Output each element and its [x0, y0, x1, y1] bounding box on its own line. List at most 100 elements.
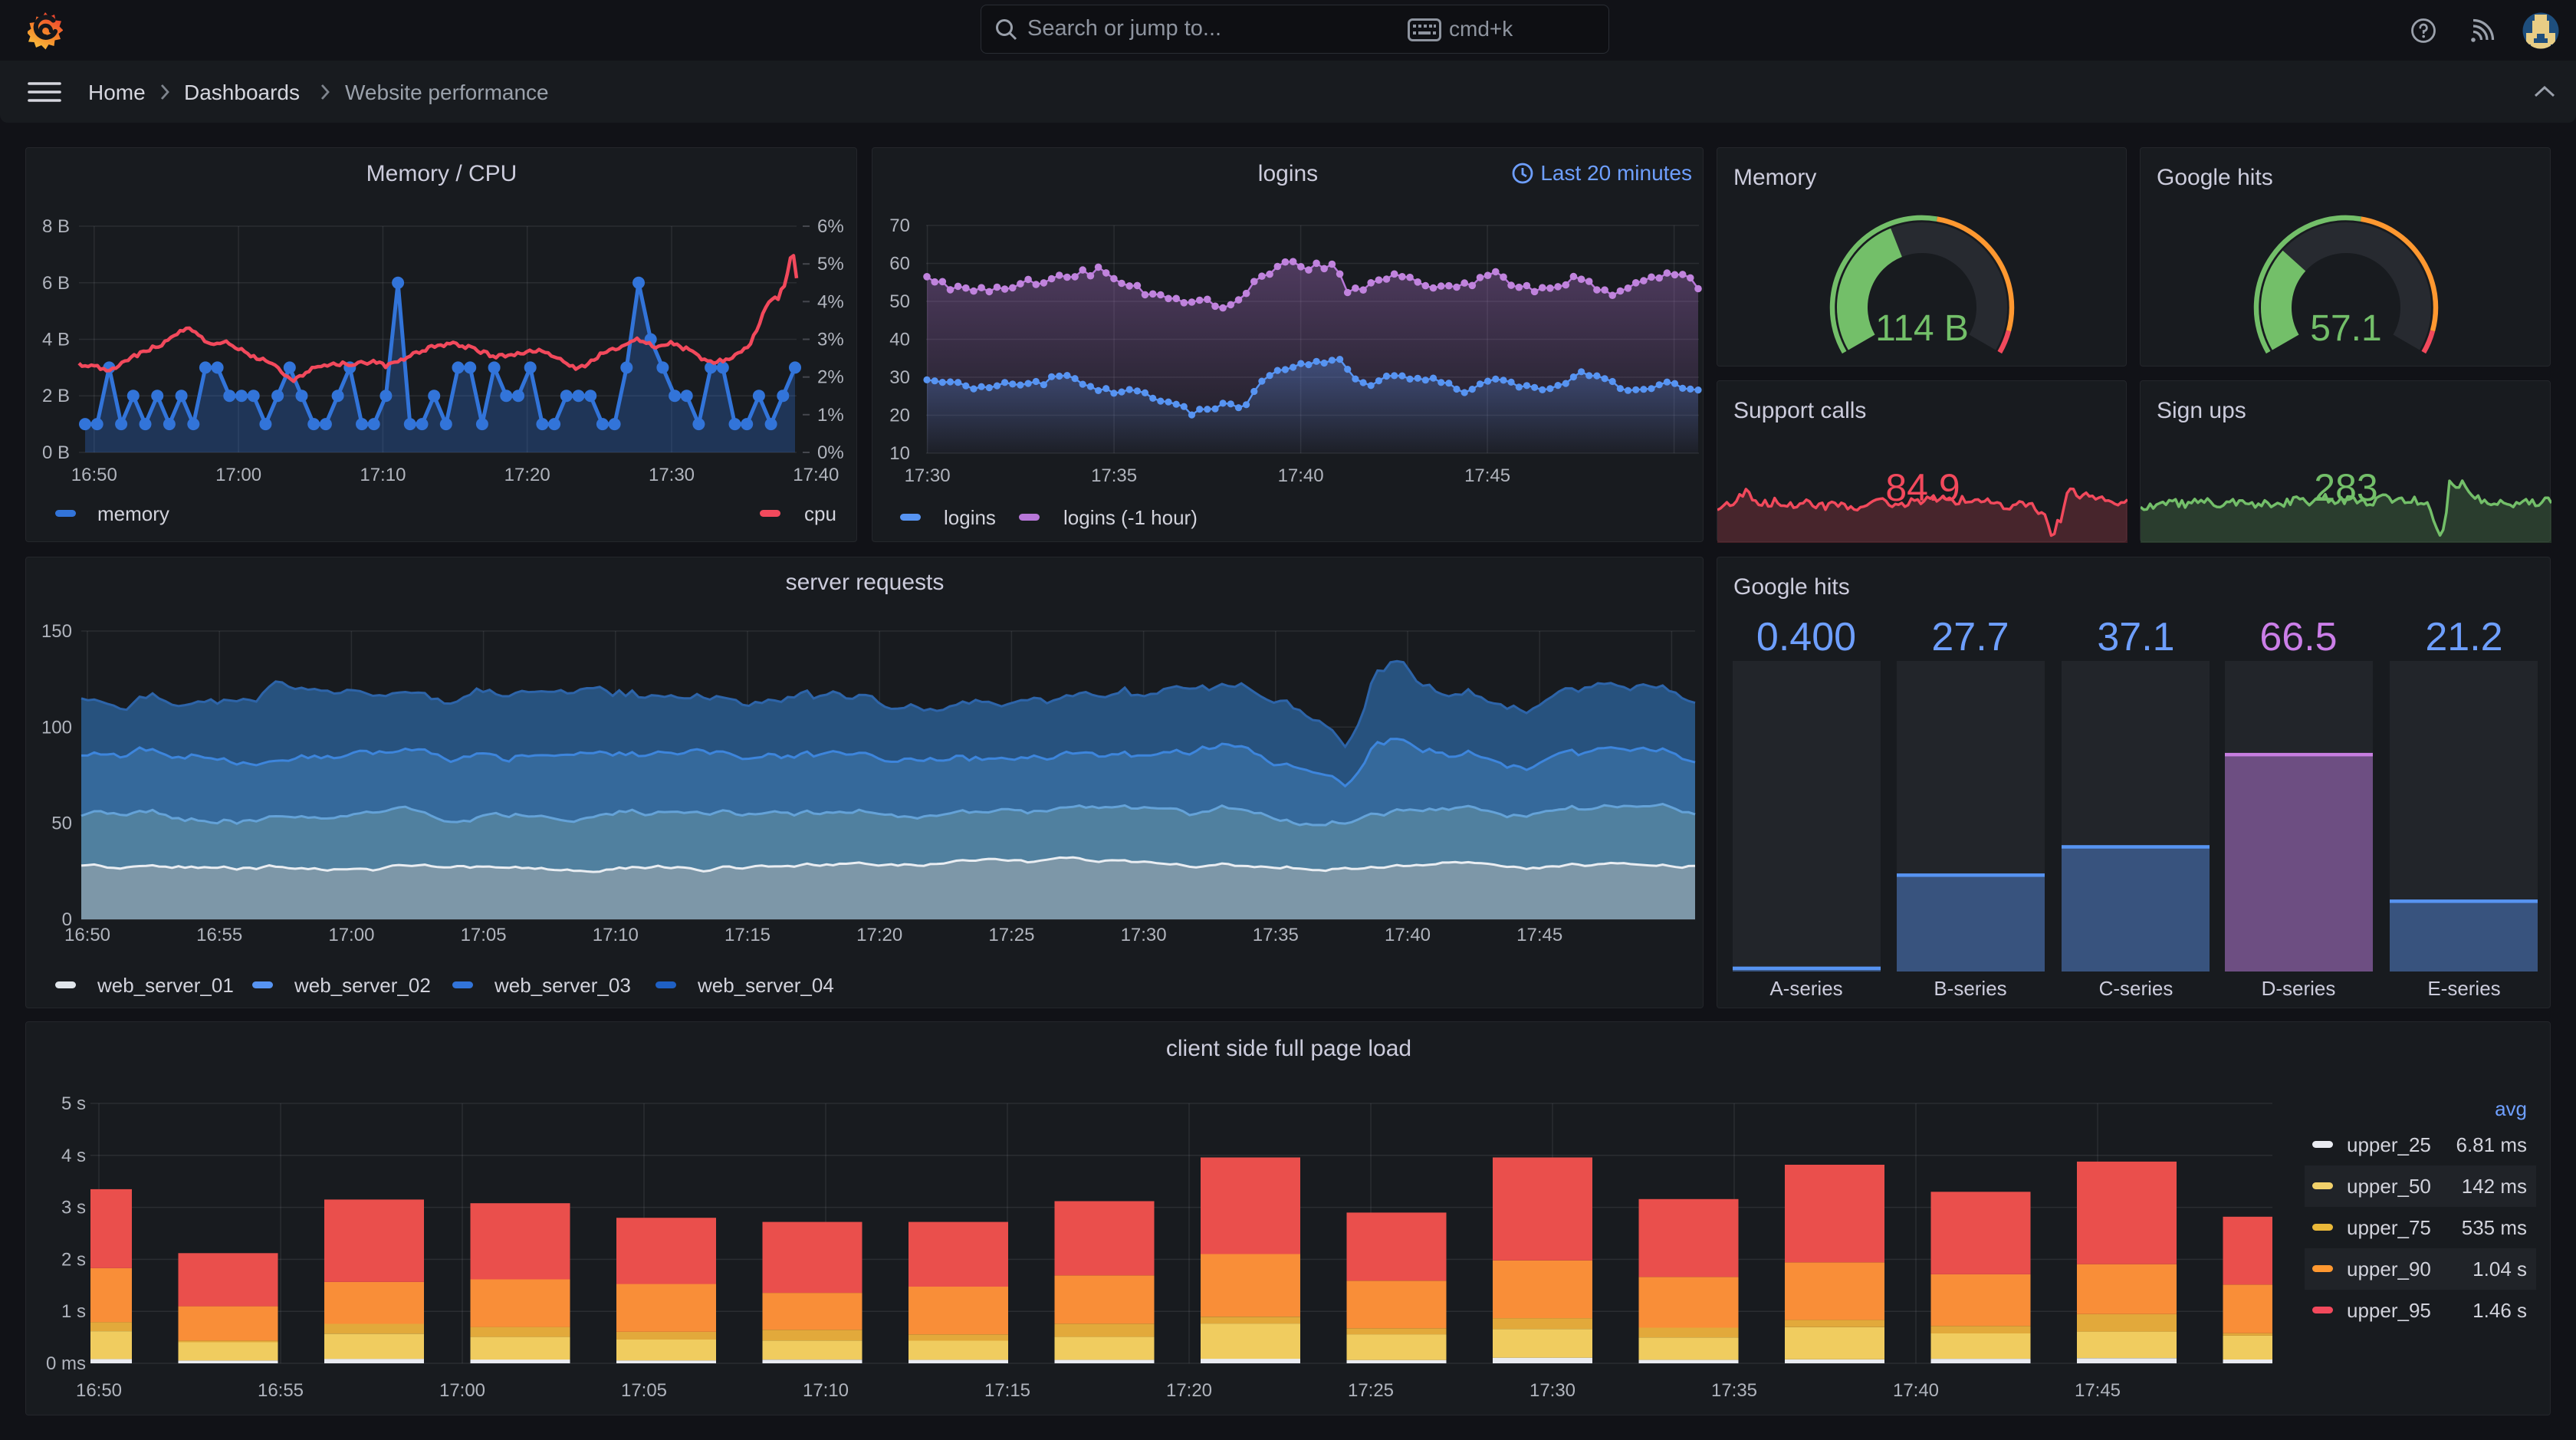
svg-text:E-series: E-series: [2427, 977, 2500, 1000]
svg-text:8 B: 8 B: [42, 216, 70, 237]
svg-text:17:45: 17:45: [1464, 465, 1510, 486]
svg-text:5 s: 5 s: [61, 1093, 86, 1114]
svg-text:17:25: 17:25: [1348, 1380, 1394, 1401]
svg-text:150: 150: [41, 621, 72, 642]
svg-text:4 s: 4 s: [61, 1146, 86, 1166]
svg-text:avg: avg: [2495, 1097, 2527, 1120]
svg-text:1.46 s: 1.46 s: [2472, 1299, 2527, 1322]
svg-text:17:15: 17:15: [724, 925, 770, 945]
svg-text:17:20: 17:20: [1166, 1380, 1212, 1401]
svg-text:17:40: 17:40: [1385, 925, 1431, 945]
svg-text:17:00: 17:00: [439, 1380, 485, 1401]
svg-text:17:30: 17:30: [1121, 925, 1167, 945]
svg-text:logins (-1 hour): logins (-1 hour): [1063, 506, 1198, 529]
svg-text:16:50: 16:50: [64, 925, 110, 945]
svg-text:17:10: 17:10: [803, 1380, 849, 1401]
svg-text:Google hits: Google hits: [1733, 574, 1850, 600]
svg-text:17:30: 17:30: [649, 465, 695, 485]
svg-text:0 ms: 0 ms: [46, 1353, 86, 1374]
svg-text:66.5: 66.5: [2259, 615, 2337, 659]
svg-text:16:50: 16:50: [71, 465, 117, 485]
svg-text:16:50: 16:50: [76, 1380, 122, 1401]
svg-text:17:00: 17:00: [215, 465, 261, 485]
svg-text:B-series: B-series: [1934, 977, 2006, 1000]
svg-text:1 s: 1 s: [61, 1301, 86, 1322]
svg-text:57.1: 57.1: [2310, 308, 2381, 349]
svg-text:web_server_03: web_server_03: [494, 974, 631, 997]
svg-text:17:10: 17:10: [360, 465, 406, 485]
svg-text:4 B: 4 B: [42, 330, 70, 350]
svg-text:3%: 3%: [817, 330, 844, 350]
svg-text:17:20: 17:20: [856, 925, 902, 945]
svg-text:114 B: 114 B: [1875, 308, 1969, 349]
svg-text:17:00: 17:00: [328, 925, 374, 945]
svg-text:web_server_04: web_server_04: [697, 974, 834, 997]
svg-text:40: 40: [889, 330, 910, 350]
svg-text:Memory: Memory: [1733, 165, 1816, 190]
svg-text:Sign ups: Sign ups: [2157, 398, 2246, 423]
svg-text:6%: 6%: [817, 216, 844, 237]
svg-text:17:40: 17:40: [793, 465, 839, 485]
svg-text:0 B: 0 B: [42, 442, 70, 463]
svg-text:upper_75: upper_75: [2347, 1216, 2431, 1239]
svg-text:server requests: server requests: [786, 570, 945, 595]
svg-text:27.7: 27.7: [1931, 615, 2009, 659]
svg-text:C-series: C-series: [2099, 977, 2174, 1000]
svg-text:2%: 2%: [817, 367, 844, 388]
svg-text:70: 70: [889, 215, 910, 236]
svg-text:A-series: A-series: [1769, 977, 1842, 1000]
svg-text:60: 60: [889, 254, 910, 275]
svg-text:50: 50: [51, 814, 72, 834]
svg-text:17:35: 17:35: [1091, 465, 1137, 486]
svg-text:3 s: 3 s: [61, 1198, 86, 1218]
svg-text:Google hits: Google hits: [2157, 165, 2273, 190]
svg-text:Support calls: Support calls: [1733, 398, 1866, 423]
svg-text:16:55: 16:55: [196, 925, 242, 945]
svg-text:4%: 4%: [817, 291, 844, 312]
svg-text:142 ms: 142 ms: [2462, 1175, 2527, 1198]
svg-text:17:40: 17:40: [1893, 1380, 1939, 1401]
svg-text:283: 283: [2314, 466, 2377, 509]
svg-text:1.04 s: 1.04 s: [2472, 1258, 2527, 1281]
svg-text:upper_95: upper_95: [2347, 1299, 2431, 1322]
svg-text:50: 50: [889, 291, 910, 312]
svg-text:cpu: cpu: [804, 502, 836, 525]
svg-text:17:45: 17:45: [2075, 1380, 2121, 1401]
svg-text:0%: 0%: [817, 442, 844, 463]
svg-text:17:45: 17:45: [1516, 925, 1562, 945]
svg-text:30: 30: [889, 367, 910, 388]
svg-text:upper_90: upper_90: [2347, 1258, 2431, 1281]
svg-text:17:35: 17:35: [1711, 1380, 1757, 1401]
svg-text:17:20: 17:20: [504, 465, 550, 485]
svg-text:17:15: 17:15: [984, 1380, 1030, 1401]
svg-text:16:55: 16:55: [258, 1380, 304, 1401]
svg-text:web_server_02: web_server_02: [294, 974, 431, 997]
svg-text:client side full page load: client side full page load: [1166, 1036, 1411, 1061]
svg-text:Last 20 minutes: Last 20 minutes: [1540, 161, 1692, 185]
svg-text:2 B: 2 B: [42, 386, 70, 406]
svg-text:37.1: 37.1: [2097, 615, 2174, 659]
svg-text:6.81 ms: 6.81 ms: [2456, 1133, 2528, 1156]
svg-text:17:30: 17:30: [1530, 1380, 1576, 1401]
svg-text:web_server_01: web_server_01: [97, 974, 234, 997]
svg-text:20: 20: [889, 406, 910, 426]
svg-text:5%: 5%: [817, 254, 844, 275]
svg-text:0.400: 0.400: [1756, 615, 1856, 659]
svg-text:17:25: 17:25: [988, 925, 1034, 945]
svg-text:6 B: 6 B: [42, 273, 70, 294]
svg-text:17:40: 17:40: [1278, 465, 1324, 486]
svg-text:1%: 1%: [817, 405, 844, 426]
svg-text:logins: logins: [1258, 161, 1318, 186]
svg-text:84.9: 84.9: [1885, 466, 1960, 509]
svg-text:upper_25: upper_25: [2347, 1133, 2431, 1156]
svg-text:upper_50: upper_50: [2347, 1175, 2431, 1198]
svg-text:17:05: 17:05: [621, 1380, 667, 1401]
svg-text:17:10: 17:10: [593, 925, 639, 945]
svg-text:535 ms: 535 ms: [2462, 1216, 2527, 1239]
svg-text:17:05: 17:05: [461, 925, 507, 945]
svg-text:memory: memory: [97, 502, 169, 525]
svg-text:logins: logins: [944, 506, 996, 529]
svg-text:2 s: 2 s: [61, 1249, 86, 1270]
svg-text:17:30: 17:30: [905, 465, 951, 486]
svg-text:10: 10: [889, 443, 910, 464]
